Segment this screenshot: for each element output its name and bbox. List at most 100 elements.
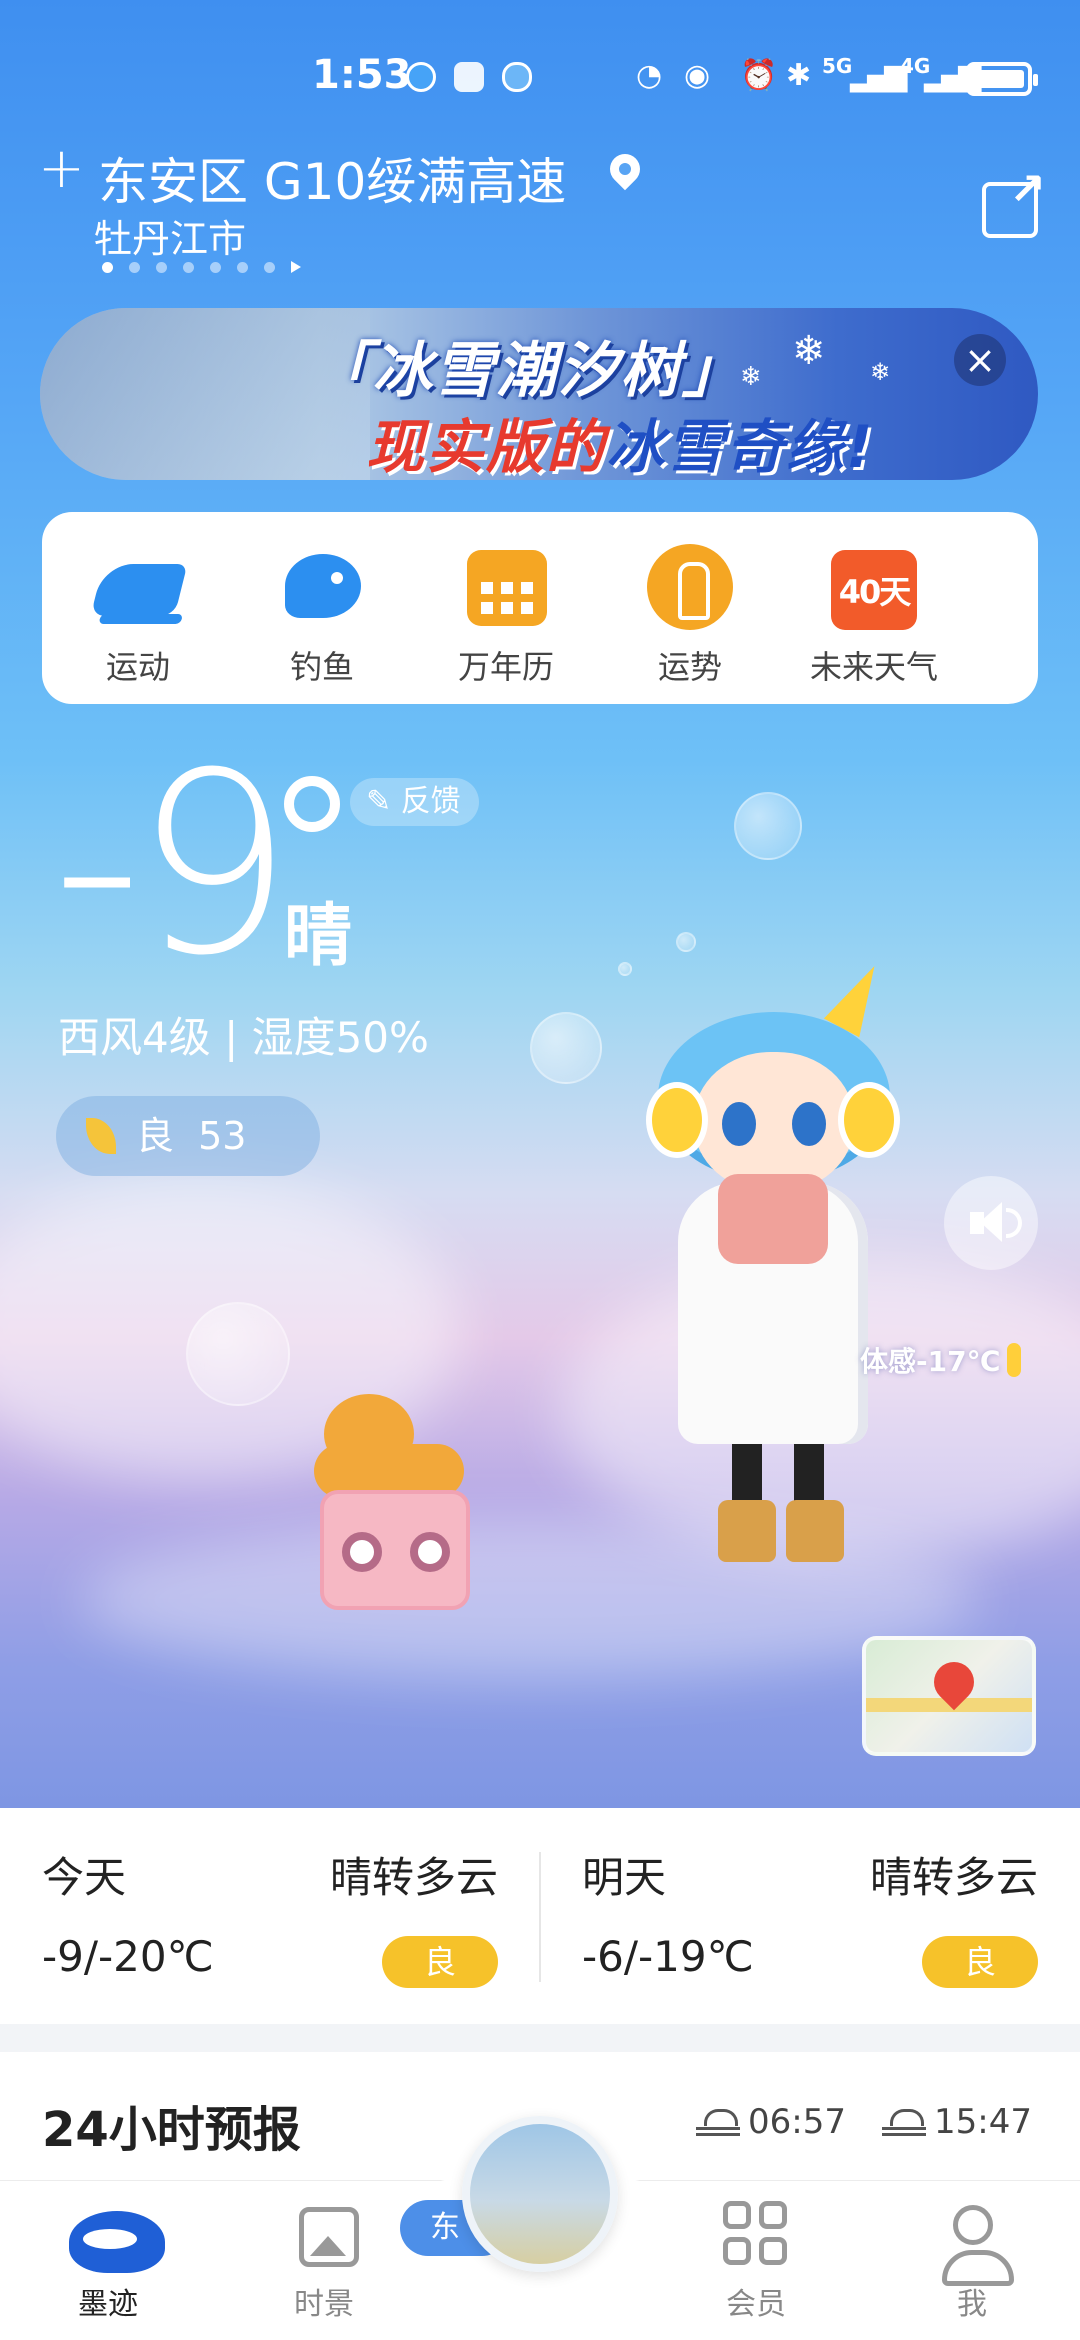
- forecast-40-day-icon: 40天: [829, 542, 919, 632]
- page-dot: [264, 262, 275, 273]
- shortcut-fishing[interactable]: 钓鱼: [230, 542, 414, 688]
- fish-icon: [277, 542, 367, 632]
- deer-cassette-illustration[interactable]: [274, 1374, 504, 1624]
- alarm-icon: ⏰: [740, 58, 778, 93]
- edit-icon: ✎: [366, 784, 401, 819]
- live-scene-button[interactable]: [462, 2116, 618, 2272]
- bubble-decoration: [734, 792, 802, 860]
- sunrise-icon: [696, 2105, 740, 2135]
- nav-item-scenery[interactable]: 时景: [254, 2201, 394, 2323]
- status-time: 1:53: [312, 52, 412, 98]
- share-icon[interactable]: [982, 164, 1046, 238]
- battery-icon: [966, 62, 1038, 96]
- shortcut-label: 钓鱼: [289, 648, 354, 686]
- page-dot-active: [102, 262, 113, 273]
- feels-like-temperature: 体感-17℃: [860, 1340, 1021, 1380]
- calendar-icon: [461, 542, 551, 632]
- banner-title: 「冰雪潮汐树」: [310, 336, 744, 406]
- fortune-icon: [645, 542, 735, 632]
- bubble-decoration: [618, 962, 632, 976]
- page-dot: [237, 262, 248, 273]
- shortcut-sports[interactable]: 运动: [46, 542, 230, 688]
- close-banner-button[interactable]: ×: [954, 334, 1006, 386]
- sunrise-value: 06:57: [748, 2102, 846, 2142]
- shortcut-label: 万年历: [457, 648, 554, 686]
- shortcut-calendar[interactable]: 万年历: [414, 542, 598, 688]
- snowflake-icon: ❄: [792, 328, 826, 374]
- mail-notification-icon: [454, 62, 484, 92]
- tomorrow-summary[interactable]: 明天 晴转多云 -6/-19℃ 良: [540, 1808, 1080, 2024]
- shortcut-fortune[interactable]: 运势: [598, 542, 782, 688]
- day-temperature-range: -9/-20℃: [42, 1932, 214, 1981]
- nav-item-member[interactable]: 会员: [686, 2201, 826, 2323]
- day-condition: 晴转多云: [329, 1853, 498, 1902]
- day-condition: 晴转多云: [869, 1853, 1038, 1902]
- aqi-badge: 良: [922, 1936, 1038, 1988]
- moji-logo-icon: [69, 2201, 165, 2273]
- weather-notification-icon: [502, 62, 532, 92]
- daily-summary: 今天 晴转多云 -9/-20℃ 良 明天 晴转多云 -6/-19℃ 良: [0, 1808, 1080, 2024]
- shoe-icon: [90, 542, 188, 632]
- signal-5g-icon: ▂▄▆: [850, 58, 907, 93]
- sunrise-time: 06:57: [696, 2102, 846, 2142]
- wind-humidity: 西风4级 | 湿度50%: [58, 1013, 429, 1062]
- feedback-button[interactable]: ✎ 反馈: [350, 778, 479, 826]
- weather-hero: 1:53 ◔ ◉ ⏰ ✱ 5G ▂▄▆ 4G ▂▄▆ + 东安区 G10绥满高速…: [0, 0, 1080, 1808]
- page-dot: [156, 262, 167, 273]
- leaf-icon: [86, 1118, 116, 1154]
- thermometer-icon: [1006, 1343, 1021, 1377]
- status-bar: 1:53 ◔ ◉ ⏰ ✱ 5G ▂▄▆ 4G ▂▄▆: [0, 52, 1080, 108]
- nav-item-moji[interactable]: 墨迹: [38, 2201, 178, 2323]
- page-arrow-icon: [291, 261, 301, 273]
- sunset-icon: [882, 2105, 926, 2135]
- current-condition: 晴: [284, 897, 353, 976]
- page-dot: [183, 262, 194, 273]
- shortcut-panel: 运动 钓鱼 万年历 运势 40天 未来天气: [42, 512, 1038, 704]
- forecast-badge-text: 40天: [831, 550, 917, 630]
- add-city-icon[interactable]: +: [38, 136, 85, 201]
- weather-map-button[interactable]: [862, 1636, 1036, 1756]
- current-temperature: -9: [52, 719, 293, 1010]
- message-notification-icon: [406, 62, 436, 92]
- profile-icon: [937, 2201, 1014, 2286]
- bubble-decoration: [676, 932, 696, 952]
- aqi-pill[interactable]: 良 53: [56, 1096, 320, 1176]
- day-label: 明天: [582, 1853, 667, 1902]
- banner-subtitle-red: 现实版的: [366, 413, 607, 480]
- page-dot: [129, 262, 140, 273]
- eye-icon: ◉: [684, 58, 711, 93]
- section-title: 24小时预报: [42, 2102, 301, 2158]
- aqi-value: 53: [198, 1114, 247, 1158]
- shortcut-label: 运势: [657, 648, 722, 686]
- nav-label: 时景: [294, 2287, 354, 2322]
- degree-symbol: [284, 776, 340, 832]
- nav-item-me[interactable]: 我: [902, 2201, 1042, 2323]
- nav-label: 会员: [726, 2287, 786, 2322]
- feels-like-text: 体感-17℃: [860, 1345, 1001, 1378]
- network-5g-label: 5G: [822, 54, 853, 78]
- page-indicator: [102, 258, 317, 273]
- snowflake-icon: ❄: [870, 358, 891, 386]
- sunset-time: 15:47: [882, 2102, 1032, 2142]
- weather-character[interactable]: [646, 952, 900, 1612]
- promo-banner[interactable]: ❄ ❄ ❄ 「冰雪潮汐树」 现实版的冰雪奇缘! ×: [40, 308, 1038, 480]
- bluetooth-icon: ✱: [786, 58, 812, 93]
- photo-icon: [289, 2201, 359, 2271]
- aqi-label: 良: [136, 1114, 175, 1158]
- location-name[interactable]: 东安区 G10绥满高速: [98, 142, 566, 214]
- today-summary[interactable]: 今天 晴转多云 -9/-20℃ 良: [0, 1808, 540, 2024]
- day-temperature-range: -6/-19℃: [582, 1932, 754, 1981]
- shortcut-future-weather[interactable]: 40天 未来天气: [782, 542, 966, 688]
- location-pin-icon: [603, 147, 647, 191]
- bubble-decoration: [530, 1012, 602, 1084]
- page-dot: [210, 262, 221, 273]
- banner-subtitle: 现实版的冰雪奇缘!: [366, 400, 874, 480]
- feedback-label: 反馈: [400, 784, 461, 819]
- voice-broadcast-button[interactable]: [944, 1176, 1038, 1270]
- shortcut-label: 未来天气: [809, 648, 938, 686]
- speed-icon: ◔: [636, 58, 663, 93]
- grid-icon: [721, 2201, 791, 2271]
- sunset-value: 15:47: [934, 2102, 1032, 2142]
- day-label: 今天: [42, 1853, 127, 1902]
- nav-label: 墨迹: [78, 2287, 138, 2322]
